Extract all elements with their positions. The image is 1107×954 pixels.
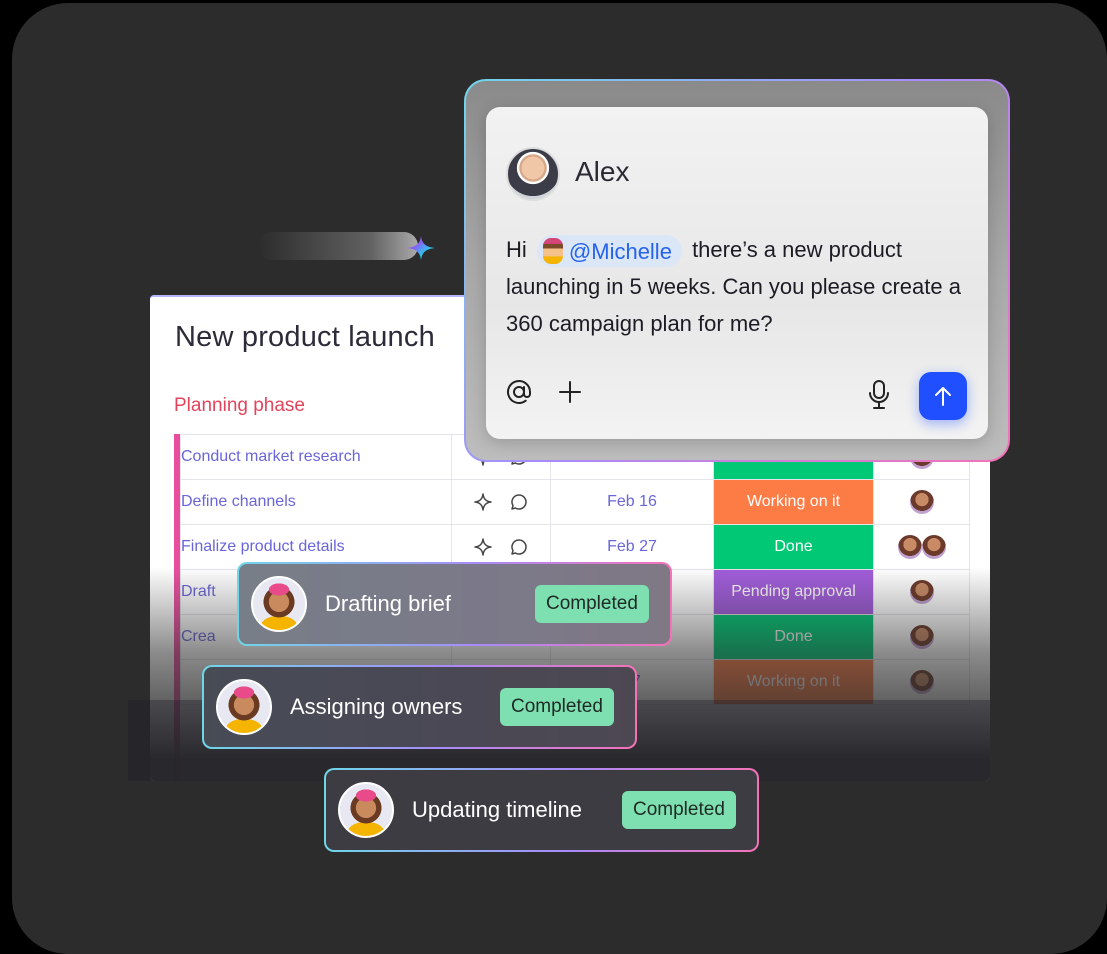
row-actions	[451, 479, 551, 525]
status-badge: Completed	[500, 688, 614, 726]
agent-avatar	[216, 679, 272, 735]
ai-trail	[258, 232, 418, 260]
avatar	[909, 670, 934, 694]
chat-message-card: Alex Hi @Michelle there’s a new product …	[486, 107, 988, 439]
send-arrow-icon	[935, 387, 951, 406]
owner-cell[interactable]	[873, 524, 970, 570]
owner-cell[interactable]	[873, 659, 970, 705]
avatar	[897, 535, 922, 559]
owner-cell[interactable]	[873, 614, 970, 660]
mention-name: @Michelle	[568, 238, 672, 264]
send-button[interactable]	[919, 372, 967, 420]
at-sign-icon[interactable]	[504, 377, 534, 407]
avatar	[909, 625, 934, 649]
status-badge: Completed	[622, 791, 736, 829]
task-name[interactable]: Define channels	[180, 479, 452, 525]
avatar	[909, 580, 934, 604]
agent-avatar	[338, 782, 394, 838]
message-text[interactable]: Hi @Michelle there’s a new product launc…	[506, 231, 966, 342]
ai-sparkle-outline-icon[interactable]	[473, 492, 493, 512]
ai-sparkle-outline-icon[interactable]	[473, 537, 493, 557]
plus-icon[interactable]	[556, 378, 584, 406]
progress-card-timeline: Updating timeline Completed	[324, 768, 759, 852]
progress-card-drafting: Drafting brief Completed	[237, 562, 672, 646]
board-title: New product launch	[175, 321, 435, 353]
progress-card-assigning: Assigning owners Completed	[202, 665, 637, 749]
task-name[interactable]: Conduct market research	[180, 434, 452, 480]
comment-icon[interactable]	[509, 492, 529, 512]
microphone-icon[interactable]	[867, 379, 891, 411]
status-cell[interactable]: Done	[713, 614, 874, 660]
status-badge: Completed	[535, 585, 649, 623]
owner-cell[interactable]	[873, 569, 970, 615]
progress-label: Drafting brief	[325, 591, 451, 616]
mention-chip[interactable]: @Michelle	[536, 235, 682, 268]
status-cell[interactable]: Working on it	[713, 479, 874, 525]
chat-panel: Alex Hi @Michelle there’s a new product …	[464, 79, 1010, 462]
table-row[interactable]: Define channels Feb 16 Working on it	[180, 479, 970, 525]
status-cell[interactable]: Pending approval	[713, 569, 874, 615]
message-greeting: Hi	[506, 237, 527, 262]
mention-avatar	[542, 238, 563, 265]
due-date[interactable]: Feb 16	[550, 479, 714, 525]
avatar	[909, 490, 934, 514]
ai-sparkle-icon	[407, 236, 435, 260]
avatar	[921, 535, 946, 559]
owner-cell[interactable]	[873, 479, 970, 525]
author-name: Alex	[575, 156, 630, 187]
status-cell[interactable]: Working on it	[713, 659, 874, 705]
status-cell[interactable]: Done	[713, 524, 874, 570]
group-title[interactable]: Planning phase	[174, 395, 305, 417]
progress-label: Assigning owners	[290, 694, 463, 719]
agent-avatar	[251, 576, 307, 632]
comment-icon[interactable]	[509, 537, 529, 557]
avatar	[506, 147, 560, 201]
progress-label: Updating timeline	[412, 797, 582, 822]
